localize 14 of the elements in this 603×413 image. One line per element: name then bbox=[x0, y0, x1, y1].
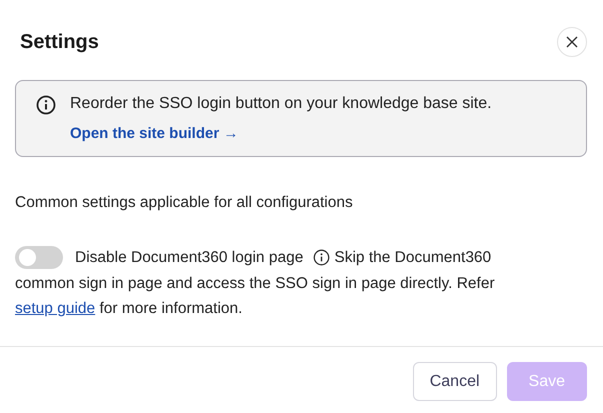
toggle-switch[interactable] bbox=[15, 246, 63, 269]
dialog-title: Settings bbox=[20, 30, 99, 54]
cancel-button[interactable]: Cancel bbox=[412, 362, 497, 401]
close-icon bbox=[566, 36, 578, 48]
help-text: common sign in page and access the SSO sign in page directly. Refer setup guide for more information. bbox=[15, 274, 496, 319]
site-builder-link[interactable]: Open the site builder → bbox=[70, 125, 238, 142]
toggle-label: Disable Document360 login page bbox=[75, 248, 304, 268]
help-text: Skip the Document360 bbox=[334, 248, 492, 268]
info-icon bbox=[36, 95, 56, 115]
setup-guide-link[interactable]: setup guide bbox=[15, 300, 96, 317]
section-heading: Common settings applicable for all configurations bbox=[15, 194, 354, 212]
close-button[interactable] bbox=[557, 27, 587, 57]
info-icon bbox=[313, 249, 330, 266]
banner-text: Reorder the SSO login button on your knowledge base site. bbox=[70, 95, 492, 113]
